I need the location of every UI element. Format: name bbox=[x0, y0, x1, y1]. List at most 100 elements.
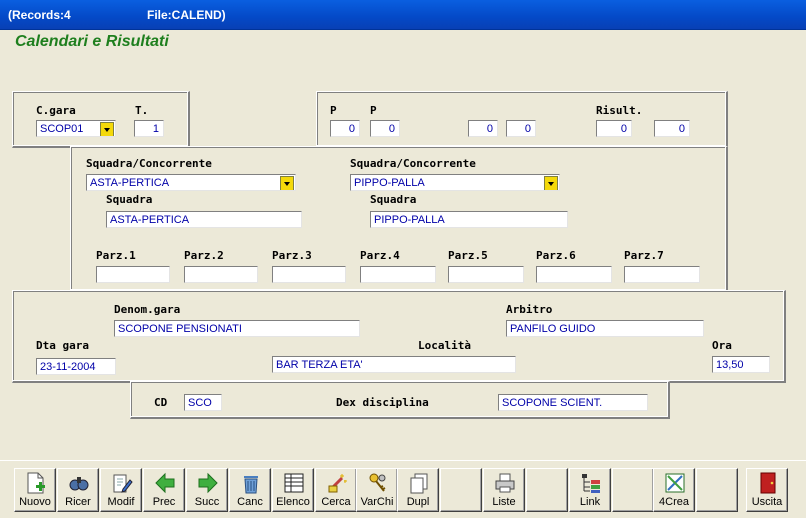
crea-button[interactable]: 4Crea bbox=[653, 468, 695, 512]
p1-field[interactable]: 0 bbox=[330, 120, 360, 137]
modif-label: Modif bbox=[107, 496, 135, 508]
dupl-button[interactable]: Dupl bbox=[397, 468, 439, 512]
title-bar: (Records:4 File:CALEND) bbox=[0, 0, 806, 30]
label-squadra-1: Squadra bbox=[106, 193, 153, 206]
label-parz-7: Parz.7 bbox=[624, 249, 664, 262]
trash-icon bbox=[244, 476, 258, 494]
chevron-down-icon[interactable] bbox=[100, 122, 114, 136]
denom-gara-field[interactable]: SCOPONE PENSIONATI bbox=[114, 320, 360, 337]
label-localita: Località bbox=[418, 339, 471, 352]
liste-button[interactable]: Liste bbox=[483, 468, 525, 512]
cd-field[interactable]: SCO bbox=[184, 394, 222, 411]
chevron-down-icon[interactable] bbox=[544, 176, 558, 190]
parz-5-field[interactable] bbox=[448, 266, 524, 283]
canc-button[interactable]: Canc bbox=[229, 468, 271, 512]
label-ora: Ora bbox=[712, 339, 732, 352]
elenco-label: Elenco bbox=[276, 496, 310, 508]
label-risult: Risult. bbox=[596, 104, 643, 117]
p4-field[interactable]: 0 bbox=[506, 120, 536, 137]
cgara-value: SCOP01 bbox=[40, 123, 84, 135]
label-cgara: C.gara bbox=[36, 104, 76, 117]
crea-label: 4Crea bbox=[659, 496, 689, 508]
link-button[interactable]: Link bbox=[569, 468, 611, 512]
elenco-button[interactable]: Elenco bbox=[272, 468, 314, 512]
empty-toolbar-slot[interactable] bbox=[612, 468, 654, 512]
label-cd: CD bbox=[154, 396, 168, 409]
ora-field[interactable]: 13,50 bbox=[712, 356, 770, 373]
parz-1-field[interactable] bbox=[96, 266, 170, 283]
new-document-icon bbox=[27, 472, 45, 494]
ricer-button[interactable]: Ricer bbox=[57, 468, 99, 512]
liste-label: Liste bbox=[492, 496, 516, 508]
edit-document-icon bbox=[113, 474, 133, 493]
chevron-down-icon[interactable] bbox=[280, 176, 294, 190]
cgara-select[interactable]: SCOP01 bbox=[36, 120, 116, 137]
magic-wand-icon bbox=[328, 474, 347, 493]
label-parz-2: Parz.2 bbox=[184, 249, 224, 262]
design-tools-icon bbox=[665, 473, 685, 493]
label-squadra-2: Squadra bbox=[370, 193, 417, 206]
varchi-label: VarChi bbox=[360, 496, 394, 508]
uscita-label: Uscita bbox=[751, 496, 783, 508]
table-list-icon bbox=[284, 473, 304, 493]
tree-link-icon bbox=[582, 474, 600, 493]
label-dta-gara: Dta gara bbox=[36, 339, 89, 352]
cerca-label: Cerca bbox=[321, 496, 351, 508]
risult1-field[interactable]: 0 bbox=[596, 120, 632, 137]
dex-disciplina-field[interactable]: SCOPONE SCIENT. bbox=[498, 394, 648, 411]
prec-label: Prec bbox=[152, 496, 176, 508]
prec-button[interactable]: Prec bbox=[143, 468, 185, 512]
label-denom-gara: Denom.gara bbox=[114, 303, 181, 316]
empty-toolbar-slot[interactable] bbox=[526, 468, 568, 512]
squadra-1-field[interactable]: ASTA-PERTICA bbox=[106, 211, 302, 228]
modif-button[interactable]: Modif bbox=[100, 468, 142, 512]
succ-button[interactable]: Succ bbox=[186, 468, 228, 512]
t-field[interactable]: 1 bbox=[134, 120, 164, 137]
ricer-label: Ricer bbox=[65, 496, 91, 508]
label-parz-3: Parz.3 bbox=[272, 249, 312, 262]
link-label: Link bbox=[579, 496, 601, 508]
nuovo-button[interactable]: Nuovo bbox=[14, 468, 56, 512]
succ-label: Succ bbox=[194, 496, 220, 508]
exit-door-icon bbox=[760, 472, 776, 494]
arrow-right-icon bbox=[198, 472, 218, 494]
canc-label: Canc bbox=[237, 496, 263, 508]
localita-field[interactable]: BAR TERZA ETA' bbox=[272, 356, 516, 373]
parz-7-field[interactable] bbox=[624, 266, 700, 283]
parz-6-field[interactable] bbox=[536, 266, 612, 283]
label-dex-disciplina: Dex disciplina bbox=[336, 396, 429, 409]
label-squadra-concorrente-1: Squadra/Concorrente bbox=[86, 157, 212, 170]
cerca-button[interactable]: Cerca bbox=[315, 468, 357, 512]
binoculars-icon bbox=[69, 477, 89, 491]
label-parz-4: Parz.4 bbox=[360, 249, 400, 262]
arrow-left-icon bbox=[155, 472, 175, 494]
nuovo-label: Nuovo bbox=[19, 496, 51, 508]
parz-3-field[interactable] bbox=[272, 266, 346, 283]
form-title: Calendari e Risultati bbox=[15, 33, 169, 50]
label-parz-1: Parz.1 bbox=[96, 249, 136, 262]
label-parz-5: Parz.5 bbox=[448, 249, 488, 262]
printer-icon bbox=[495, 473, 515, 493]
parz-4-field[interactable] bbox=[360, 266, 436, 283]
squadra-concorrente-2-select[interactable]: PIPPO-PALLA bbox=[350, 174, 560, 191]
squadra-concorrente-1-value: ASTA-PERTICA bbox=[90, 177, 170, 189]
label-p2: P bbox=[370, 104, 377, 117]
uscita-button[interactable]: Uscita bbox=[746, 468, 788, 512]
label-parz-6: Parz.6 bbox=[536, 249, 576, 262]
dupl-label: Dupl bbox=[406, 496, 430, 508]
parz-2-field[interactable] bbox=[184, 266, 258, 283]
label-arbitro: Arbitro bbox=[506, 303, 553, 316]
arbitro-field[interactable]: PANFILO GUIDO bbox=[506, 320, 704, 337]
duplicate-icon bbox=[410, 473, 428, 494]
toolbar: Nuovo Ricer Modif Prec Succ Canc Elenco … bbox=[0, 460, 806, 518]
varchi-button[interactable]: VarChi bbox=[356, 468, 398, 512]
risult2-field[interactable]: 0 bbox=[654, 120, 690, 137]
dta-gara-field[interactable]: 23-11-2004 bbox=[36, 358, 116, 375]
squadra-concorrente-1-select[interactable]: ASTA-PERTICA bbox=[86, 174, 296, 191]
records-count: (Records:4 bbox=[8, 8, 71, 22]
empty-toolbar-slot[interactable] bbox=[440, 468, 482, 512]
empty-toolbar-slot[interactable] bbox=[696, 468, 738, 512]
p3-field[interactable]: 0 bbox=[468, 120, 498, 137]
squadra-2-field[interactable]: PIPPO-PALLA bbox=[370, 211, 568, 228]
p2-field[interactable]: 0 bbox=[370, 120, 400, 137]
